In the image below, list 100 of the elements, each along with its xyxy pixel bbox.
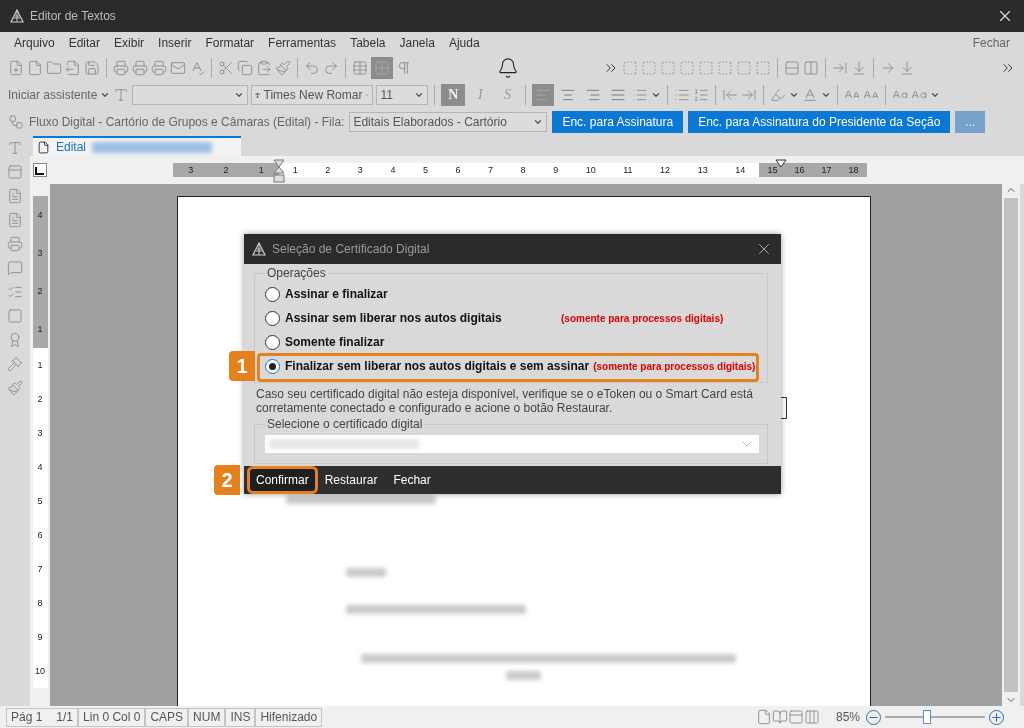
hyphenation-indicator: Hifenizado: [255, 707, 323, 727]
document-arrow-icon[interactable]: [65, 60, 81, 76]
font-color-icon[interactable]: [802, 87, 819, 103]
indent-icon[interactable]: [741, 87, 758, 103]
callout-badge: 2: [214, 465, 240, 495]
printer-icon[interactable]: [151, 60, 167, 76]
cursor-position: Lin 0 Col 0: [78, 707, 146, 727]
dialog-button[interactable]: Fechar: [387, 469, 437, 491]
border-icon[interactable]: [736, 60, 753, 76]
paste-icon[interactable]: [256, 60, 272, 76]
folder-icon[interactable]: [46, 60, 62, 76]
info-text: Caso seu certificado digital não esteja disponível, verifique se o eToken ou o Smart Card está corretamente conectado e configurado e acione o botão Restaurar.: [256, 387, 754, 415]
num-indicator: NUM: [188, 707, 226, 727]
menu-item[interactable]: Ajuda: [448, 36, 480, 50]
font-select[interactable]: Times New Romar: [251, 85, 374, 105]
award-icon[interactable]: [7, 332, 23, 348]
radio-button[interactable]: [265, 358, 280, 374]
group-label: Operações: [266, 266, 327, 280]
dialog-button[interactable]: Confirmar: [250, 469, 315, 491]
option-label[interactable]: Somente finalizar: [285, 335, 557, 349]
border-icon[interactable]: [717, 60, 734, 76]
menu-item[interactable]: Ferramentas: [268, 36, 337, 50]
caret-icon[interactable]: [234, 90, 245, 100]
gavel-icon[interactable]: [7, 356, 23, 372]
caret-icon[interactable]: [414, 90, 425, 100]
columns-icon[interactable]: [803, 60, 820, 76]
forward-button[interactable]: Enc. para Assinatura: [552, 111, 684, 133]
copy-icon[interactable]: [237, 60, 253, 76]
caret-icon[interactable]: [533, 117, 544, 127]
spellcheck-icon[interactable]: [189, 60, 205, 76]
rows-icon[interactable]: [784, 60, 801, 76]
caret-icon[interactable]: [100, 90, 111, 100]
border-icon[interactable]: [641, 60, 658, 76]
scissors-icon[interactable]: [218, 60, 234, 76]
list-icon[interactable]: [7, 284, 23, 300]
brush-icon[interactable]: [275, 60, 291, 76]
indent-marker-icon[interactable]: [273, 159, 285, 183]
page-icon: [37, 140, 50, 154]
bell-icon[interactable]: [496, 57, 519, 79]
option-label[interactable]: Finalizar sem liberar nos autos digitais e sem assinar: [285, 359, 590, 373]
table-icon[interactable]: [352, 60, 368, 76]
redo-icon[interactable]: [323, 60, 339, 76]
flow-icon[interactable]: [8, 114, 24, 130]
document-tab[interactable]: Edital: [33, 136, 241, 156]
comment-icon[interactable]: [7, 260, 23, 276]
tab-stop-icon[interactable]: [33, 163, 47, 177]
caret-icon[interactable]: [651, 90, 662, 100]
page-icon[interactable]: [27, 60, 43, 76]
bullet-list-icon[interactable]: [674, 87, 691, 103]
new-document-icon[interactable]: [8, 60, 24, 76]
grid-toggle[interactable]: [371, 57, 393, 79]
option-label[interactable]: Assinar e finalizar: [285, 287, 557, 301]
menu-item[interactable]: Arquivo: [14, 36, 55, 50]
close-menu-item[interactable]: Fechar: [972, 36, 1010, 50]
page-view-icon[interactable]: [755, 709, 772, 725]
option-label[interactable]: Assinar sem liberar nos autos digitais: [285, 311, 557, 325]
menu-item[interactable]: Editar: [68, 36, 101, 50]
undo-icon[interactable]: [304, 60, 320, 76]
dialog-button[interactable]: Restaurar: [318, 469, 384, 491]
border-icon[interactable]: [698, 60, 715, 76]
size-select[interactable]: 11: [376, 85, 429, 105]
outdent-icon[interactable]: [722, 87, 739, 103]
caret-icon[interactable]: [930, 90, 941, 100]
logo-icon: [10, 9, 24, 23]
envelope-icon[interactable]: [170, 60, 186, 76]
form-icon[interactable]: [7, 212, 23, 228]
menu-item[interactable]: Janela: [399, 36, 435, 50]
save-icon[interactable]: [84, 60, 100, 76]
queue-select[interactable]: Editais Elaborados - Cartório: [349, 112, 548, 132]
pilcrow-icon[interactable]: [396, 60, 412, 76]
menu-item[interactable]: Tabela: [350, 36, 386, 50]
border-icon[interactable]: [679, 60, 696, 76]
caret-icon[interactable]: [789, 90, 800, 100]
web-view-icon[interactable]: [787, 709, 804, 725]
radio-button[interactable]: [265, 286, 280, 302]
printer-icon[interactable]: [113, 60, 129, 76]
menu-item[interactable]: Inserir: [158, 36, 192, 50]
caret-icon[interactable]: [821, 90, 832, 100]
form-icon[interactable]: [7, 188, 23, 204]
indent-marker-icon[interactable]: [775, 159, 787, 169]
columns-view-icon[interactable]: [803, 709, 820, 725]
page-icon[interactable]: [7, 308, 23, 324]
radio-button[interactable]: [265, 310, 280, 326]
printer-icon[interactable]: [132, 60, 148, 76]
brush-icon[interactable]: [7, 380, 23, 396]
certificate-select[interactable]: [265, 435, 759, 453]
menu-item[interactable]: Formatar: [205, 36, 255, 50]
callout-badge: 1: [229, 351, 255, 381]
flow-label: Fluxo Digital - Cartório de Grupos e Câmaras (Edital) - Fila:: [29, 115, 345, 129]
menu-item[interactable]: Exibir: [114, 36, 145, 50]
assistant-label[interactable]: Iniciar assistente: [8, 88, 98, 102]
numbered-list-icon[interactable]: [693, 87, 710, 103]
radio-button[interactable]: [265, 334, 280, 350]
blurred-text: [506, 671, 541, 680]
align-left-icon[interactable]: [532, 84, 555, 106]
border-icon[interactable]: [755, 60, 772, 76]
zoom-thumb[interactable]: [923, 710, 931, 724]
border-icon[interactable]: [660, 60, 677, 76]
forward-button[interactable]: Enc. para Assinatura do Presidente da Seção: [688, 111, 951, 133]
reading-view-icon[interactable]: [771, 709, 788, 725]
